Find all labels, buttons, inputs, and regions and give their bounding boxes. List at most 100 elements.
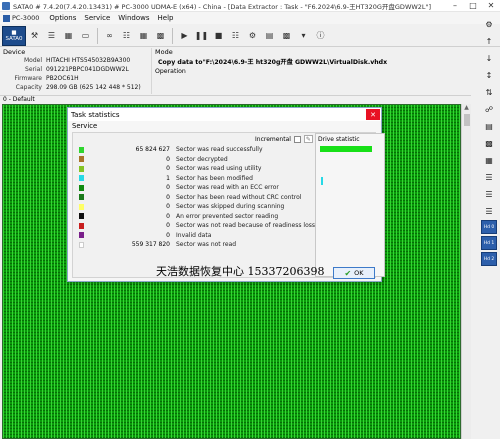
statistic-count: 0 <box>166 155 170 163</box>
device-field-serial: Serial 091221PBPC041DGDWW2L <box>0 65 151 74</box>
scroll-thumb[interactable] <box>464 114 470 126</box>
binoculars-icon[interactable]: ∞ <box>103 29 116 43</box>
statistic-count: 0 <box>166 231 170 239</box>
menu-item-service[interactable]: Service <box>80 14 114 22</box>
field-value: 091221PBPC041DGDWW2L <box>46 66 129 73</box>
statistic-row: 559 317 820 Sector was not read <box>79 240 315 250</box>
checkmark-icon: ✔ <box>344 268 352 278</box>
map-scrollbar[interactable]: ▲ <box>461 104 471 439</box>
ok-button[interactable]: ✔ OK <box>333 267 375 279</box>
image-icon[interactable]: ▦ <box>62 29 75 43</box>
display-icon[interactable]: ▩ <box>280 29 293 43</box>
status-color-swatch <box>79 232 84 239</box>
side-toolbar: ⚙ ↑ ↓ ↕ ⇅ ☍ ▤ ▩ ▦ ☰ ☰ ☰ Hd 0 Hd 1 Hd 2 <box>478 14 500 439</box>
pc3000-logo-icon <box>3 14 10 22</box>
ok-label: OK <box>354 269 364 277</box>
maximize-icon[interactable]: □ <box>464 0 482 12</box>
statistic-row: 0 Invalid data <box>79 231 315 241</box>
tasks-icon[interactable]: ☰ <box>45 29 58 43</box>
toolbar-separator <box>172 27 173 44</box>
status-color-swatch <box>79 203 84 210</box>
stop-icon[interactable]: ■ <box>212 29 225 43</box>
field-key: Capacity <box>15 84 42 91</box>
arrows-icon[interactable]: ⇅ <box>481 85 497 99</box>
report-icon[interactable]: ▤ <box>263 29 276 43</box>
mode-command: Copy data to"F:\2024\6.9-王 ht320g开盘 GDWW… <box>158 59 388 66</box>
application-window: SATA0 # 7.4.20(7.4.20.13431) # PC-3000 U… <box>0 0 500 439</box>
arrow-down-icon[interactable]: ↓ <box>481 51 497 65</box>
gear-icon[interactable]: ⚙ <box>481 17 497 31</box>
table-icon[interactable]: ▦ <box>481 153 497 167</box>
sliders-icon[interactable]: ☰ <box>481 187 497 201</box>
scroll-up-icon[interactable]: ▲ <box>462 104 471 112</box>
arrow-up-icon[interactable]: ↑ <box>481 34 497 48</box>
device-panel: Device Model HITACHI HTS545032B9A300 Ser… <box>0 48 152 94</box>
incremental-checkbox[interactable] <box>293 135 301 143</box>
map-icon[interactable]: ▩ <box>481 136 497 150</box>
head-1-button[interactable]: Hd 1 <box>481 236 497 250</box>
window-title: SATA0 # 7.4.20(7.4.20.13431) # PC-3000 U… <box>13 2 432 11</box>
sliders-icon[interactable]: ☰ <box>481 170 497 184</box>
device-field-firmware: Firmware PB2OC61H <box>0 74 151 83</box>
close-icon[interactable]: ✕ <box>482 0 500 12</box>
incremental-option: Incremental ✎ <box>255 135 313 143</box>
statistics-panel: Incremental ✎ 65 824 627 Sector was read … <box>72 132 385 278</box>
statistic-row: 0 Sector was read with an ECC error <box>79 183 315 193</box>
statistic-label: An error prevented sector reading <box>176 212 279 220</box>
map-icon[interactable]: ▩ <box>154 29 167 43</box>
statistic-row: 0 Sector decrypted <box>79 155 315 165</box>
statistic-count: 0 <box>166 184 170 192</box>
sliders-icon[interactable]: ☰ <box>481 204 497 218</box>
options-icon[interactable]: ☷ <box>229 29 242 43</box>
statistic-row: 1 Sector has been modified <box>79 174 315 184</box>
menu-item-help[interactable]: Help <box>154 14 178 22</box>
statistic-label: Sector was not read <box>176 241 237 249</box>
copy-icon[interactable]: ▭ <box>79 29 92 43</box>
status-color-swatch <box>79 175 84 182</box>
table-icon[interactable]: ▦ <box>137 29 150 43</box>
statistic-count: 0 <box>166 222 170 230</box>
drive-statistic-bar <box>320 146 372 152</box>
sata-port-button[interactable]: ■ SATA0 <box>2 25 26 46</box>
status-color-swatch <box>79 156 84 163</box>
menu-item-windows[interactable]: Windows <box>114 14 153 22</box>
app-logo-label: PC-3000 <box>12 14 40 22</box>
minimize-icon[interactable]: – <box>446 0 464 12</box>
list-icon[interactable]: ☷ <box>120 29 133 43</box>
chevron-down-icon[interactable]: ▾ <box>297 29 310 43</box>
field-value: HITACHI HTS545032B9A300 <box>46 57 131 64</box>
incremental-label: Incremental <box>255 135 291 143</box>
statistic-label: Sector was read using utility <box>176 165 262 173</box>
status-color-swatch <box>79 222 84 229</box>
close-icon[interactable]: ✕ <box>366 109 380 120</box>
device-field-capacity: Capacity 298.09 GB (625 142 448 * 512) <box>0 83 151 92</box>
statistic-row: 0 Sector was skipped during scanning <box>79 202 315 212</box>
statistic-count: 65 824 627 <box>135 146 170 154</box>
app-icon <box>2 1 10 10</box>
status-color-swatch <box>79 165 84 172</box>
menu-bar: PC-3000 Options Service Windows Help <box>0 12 500 24</box>
edit-icon[interactable]: ✎ <box>303 135 313 143</box>
statistic-label: Sector has been read without CRC control <box>176 193 302 201</box>
watermark-text: 天浩数据恢复中心 15337206398 <box>156 265 325 278</box>
key-icon[interactable]: ☍ <box>481 102 497 116</box>
statistic-count: 0 <box>166 193 170 201</box>
head-2-button[interactable]: Hd 2 <box>481 252 497 266</box>
pause-icon[interactable]: ❚❚ <box>195 29 208 43</box>
play-icon[interactable]: ▶ <box>178 29 191 43</box>
status-color-swatch <box>79 241 84 248</box>
head-0-button[interactable]: Hd 0 <box>481 220 497 234</box>
menu-item-options[interactable]: Options <box>45 14 80 22</box>
statistic-label: Sector was read successfully <box>176 146 263 154</box>
settings-icon[interactable]: ⚙ <box>246 29 259 43</box>
map-header: 0 - Default <box>0 95 471 103</box>
toolbar-separator <box>97 27 98 44</box>
mode-header: Mode <box>155 48 173 56</box>
statistic-count: 1 <box>166 174 170 182</box>
statistic-label: Sector decrypted <box>176 155 228 163</box>
info-icon[interactable]: ⓘ <box>314 29 327 43</box>
field-value: 298.09 GB (625 142 448 * 512) <box>46 84 141 91</box>
expand-icon[interactable]: ↕ <box>481 68 497 82</box>
document-icon[interactable]: ▤ <box>481 119 497 133</box>
tools-icon[interactable]: ⚒ <box>28 29 41 43</box>
